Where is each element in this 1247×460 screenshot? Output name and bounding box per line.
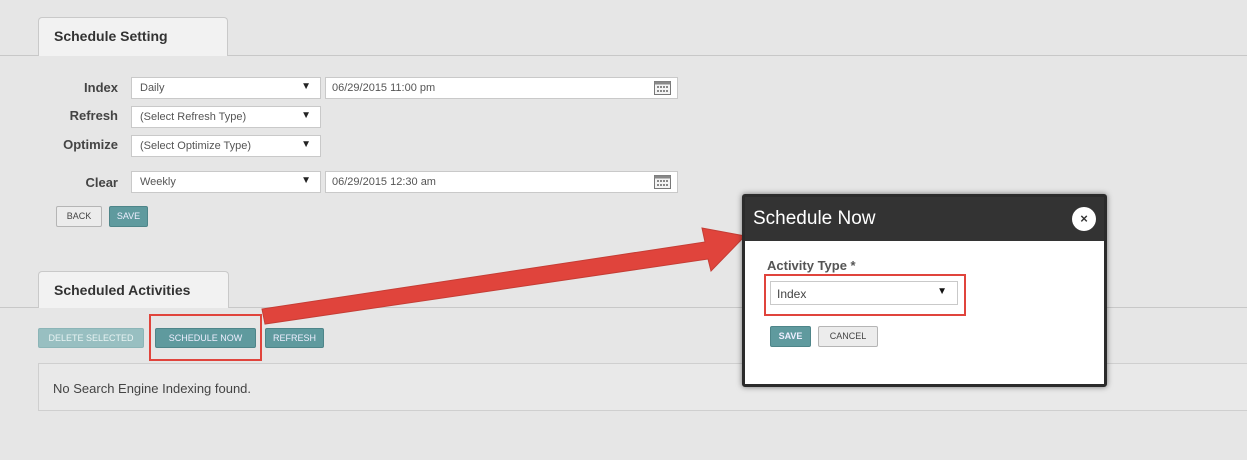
clear-label: Clear <box>85 175 118 190</box>
modal-header: Schedule Now × <box>745 197 1104 241</box>
schedule-now-modal: Schedule Now × Activity Type * Index ▼ S… <box>742 194 1107 387</box>
index-date-input[interactable]: 06/29/2015 11:00 pm <box>325 77 678 99</box>
chevron-down-icon: ▼ <box>301 81 311 92</box>
refresh-button[interactable]: REFRESH <box>265 328 324 348</box>
refresh-select[interactable]: (Select Refresh Type) ▼ <box>131 106 321 128</box>
select-value: Weekly <box>140 176 176 188</box>
date-value: 06/29/2015 12:30 am <box>332 176 436 188</box>
calendar-icon[interactable] <box>654 80 671 95</box>
activity-type-highlight <box>764 274 966 316</box>
calendar-icon[interactable] <box>654 174 671 189</box>
close-icon[interactable]: × <box>1072 207 1096 231</box>
chevron-down-icon: ▼ <box>301 110 311 121</box>
clear-date-input[interactable]: 06/29/2015 12:30 am <box>325 171 678 193</box>
modal-save-button[interactable]: SAVE <box>770 326 811 347</box>
tab-label: Scheduled Activities <box>54 282 191 298</box>
modal-title: Schedule Now <box>753 208 876 229</box>
select-value: (Select Optimize Type) <box>140 140 252 152</box>
index-select[interactable]: Daily ▼ <box>131 77 321 99</box>
date-value: 06/29/2015 11:00 pm <box>332 82 436 94</box>
modal-cancel-button[interactable]: CANCEL <box>818 326 878 347</box>
select-value: (Select Refresh Type) <box>140 111 247 123</box>
optimize-label: Optimize <box>63 137 118 152</box>
index-label: Index <box>84 80 118 95</box>
save-button[interactable]: SAVE <box>109 206 148 227</box>
clear-select[interactable]: Weekly ▼ <box>131 171 321 193</box>
chevron-down-icon: ▼ <box>301 175 311 186</box>
optimize-select[interactable]: (Select Optimize Type) ▼ <box>131 135 321 157</box>
schedule-now-highlight <box>149 314 262 361</box>
tab-label: Schedule Setting <box>54 28 168 44</box>
empty-message: No Search Engine Indexing found. <box>53 381 252 396</box>
back-button[interactable]: BACK <box>56 206 102 227</box>
tab-scheduled-activities[interactable]: Scheduled Activities <box>38 271 229 308</box>
select-value: Daily <box>140 82 165 94</box>
refresh-label: Refresh <box>69 108 118 123</box>
tab-schedule-setting[interactable]: Schedule Setting <box>38 17 228 56</box>
delete-selected-button[interactable]: DELETE SELECTED <box>38 328 144 348</box>
activity-type-label: Activity Type * <box>767 258 856 273</box>
chevron-down-icon: ▼ <box>301 139 311 150</box>
